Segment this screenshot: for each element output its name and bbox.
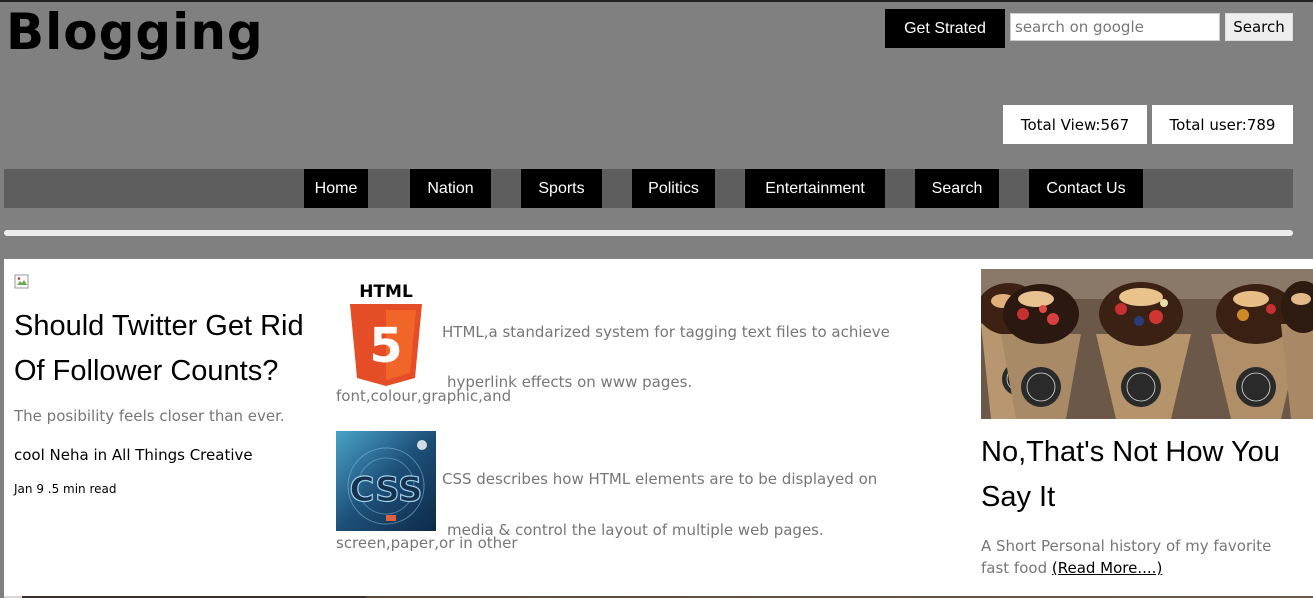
cone-2 bbox=[1001, 284, 1081, 419]
css-description-line-3: screen,paper,or in other bbox=[336, 534, 518, 552]
site-title: Blogging bbox=[6, 3, 264, 61]
article-author: cool Neha in All Things Creative bbox=[14, 446, 253, 464]
total-views-badge: Total View:567 bbox=[1003, 105, 1147, 144]
nav-home[interactable]: Home bbox=[304, 169, 368, 208]
nav-sports[interactable]: Sports bbox=[521, 169, 602, 208]
html5-logo-number: 5 bbox=[369, 318, 402, 374]
feature-title[interactable]: No,That's Not How You Say It bbox=[981, 430, 1301, 520]
nav-contact-us[interactable]: Contact Us bbox=[1029, 169, 1143, 208]
total-users-badge: Total user:789 bbox=[1152, 105, 1293, 144]
waffle-cones-image bbox=[981, 269, 1313, 419]
broken-image-icon bbox=[14, 274, 29, 289]
article-title[interactable]: Should Twitter Get Rid Of Follower Count… bbox=[14, 304, 324, 394]
html5-logo-icon: HTML 5 bbox=[350, 282, 422, 386]
nav-politics[interactable]: Politics bbox=[632, 169, 715, 208]
article-meta: Jan 9 .5 min read bbox=[14, 482, 117, 496]
css-description-line-1: CSS describes how HTML elements are to b… bbox=[442, 470, 878, 488]
article-subtitle: The posibility feels closer than ever. bbox=[14, 407, 285, 425]
css-logo-text: CSS bbox=[349, 470, 422, 510]
read-more-link[interactable]: (Read More....) bbox=[1052, 559, 1162, 577]
css-logo-icon: CSS bbox=[336, 431, 436, 531]
feature-description: A Short Personal history of my favorite … bbox=[981, 535, 1291, 579]
nav-search[interactable]: Search bbox=[915, 169, 999, 208]
nav-nation[interactable]: Nation bbox=[410, 169, 491, 208]
get-started-button[interactable]: Get Strated bbox=[885, 9, 1005, 48]
nav-entertainment[interactable]: Entertainment bbox=[745, 169, 885, 208]
search-button[interactable]: Search bbox=[1225, 13, 1293, 41]
html5-logo-text: HTML bbox=[359, 282, 413, 302]
search-input[interactable] bbox=[1010, 13, 1220, 41]
html-description-line-1: HTML,a standarized system for tagging te… bbox=[442, 323, 890, 341]
main-nav: Home Nation Sports Politics Entertainmen… bbox=[4, 169, 1293, 208]
divider bbox=[4, 230, 1293, 236]
html-description-line-3: font,colour,graphic,and bbox=[336, 387, 512, 405]
